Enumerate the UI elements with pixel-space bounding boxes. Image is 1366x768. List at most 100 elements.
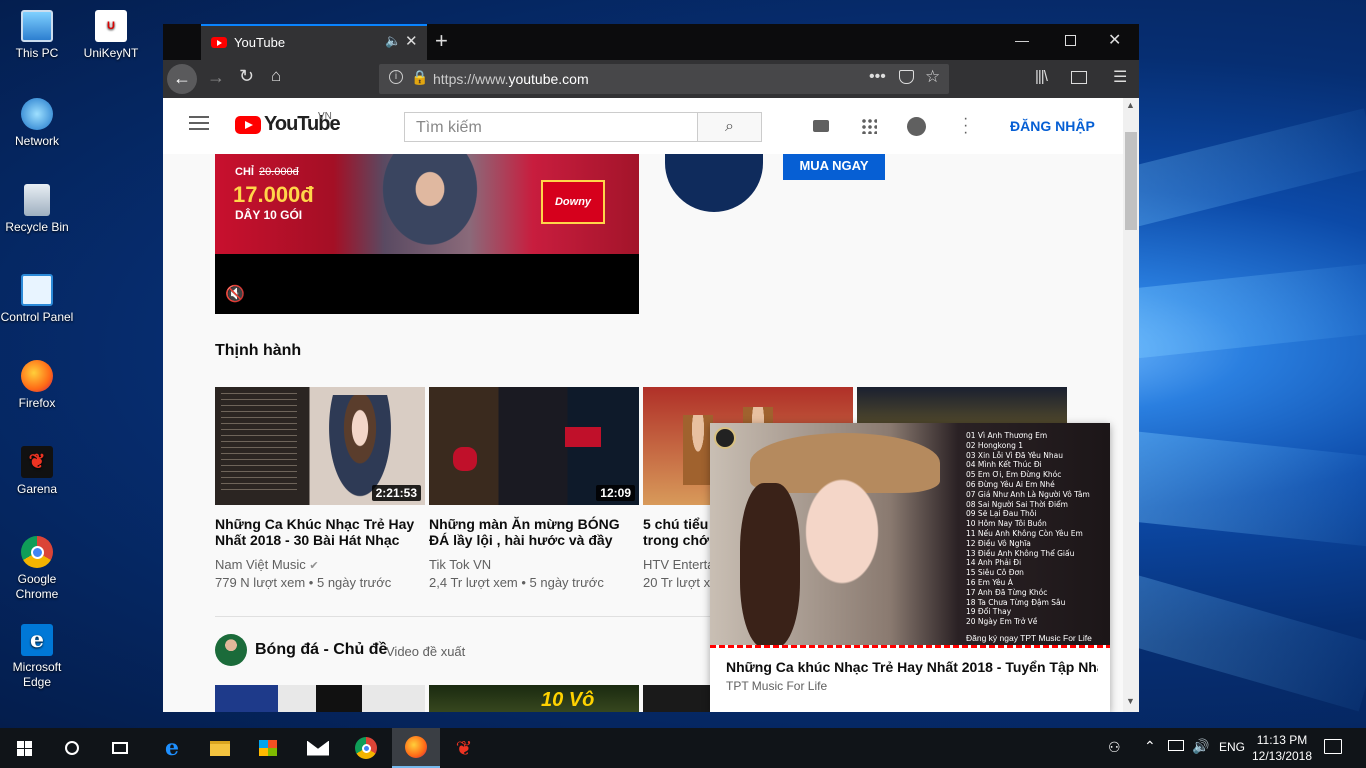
maximize-button[interactable] <box>1065 35 1076 46</box>
show-hidden-icons-chevron-icon[interactable]: ⌃ <box>1144 738 1156 755</box>
start-button[interactable] <box>0 728 48 768</box>
preview-logo-icon <box>714 427 736 449</box>
track-item: 09 Sẽ Lại Đau Thôi <box>966 509 1037 519</box>
scroll-down-arrow-icon[interactable]: ▼ <box>1126 696 1135 706</box>
garena-icon: ❦ <box>21 446 53 478</box>
network-tray-icon[interactable] <box>1168 740 1184 751</box>
library-icon[interactable]: |||\ <box>1035 68 1048 85</box>
video-channel[interactable]: HTV Entertai <box>643 556 717 574</box>
channel-avatar[interactable] <box>215 634 247 666</box>
windows-logo-icon <box>16 740 32 756</box>
scroll-up-arrow-icon[interactable]: ▲ <box>1126 100 1135 110</box>
mail-icon <box>307 740 329 756</box>
url-bar[interactable]: i 🔒 https://www.youtube.com ••• ☆ <box>379 64 949 94</box>
preview-thumbnail: 01 Vì Anh Thương Em 02 Hongkong 1 03 Xin… <box>710 423 1110 648</box>
taskbar-file-explorer[interactable] <box>196 728 244 768</box>
trending-shelf-title[interactable]: Thịnh hành <box>215 342 301 360</box>
guide-menu-icon[interactable] <box>189 116 209 130</box>
desktop-icon-network[interactable]: Network <box>0 98 74 149</box>
sidebar-icon[interactable] <box>1071 71 1087 84</box>
task-view-button[interactable] <box>96 728 144 768</box>
menu-icon[interactable]: ☰ <box>1113 67 1127 87</box>
video-channel[interactable]: Tik Tok VN <box>429 556 491 574</box>
chrome-icon <box>21 536 53 568</box>
desktop-icon-this-pc[interactable]: This PC <box>0 10 74 61</box>
preview-title[interactable]: Những Ca khúc Nhạc Trẻ Hay Nhất 2018 - T… <box>726 659 1098 675</box>
region-badge: VN <box>318 111 332 122</box>
thumbnail-flag <box>565 427 601 447</box>
youtube-logo-icon[interactable] <box>235 116 261 134</box>
ad-product-image: Downy <box>541 180 605 224</box>
video-thumbnail[interactable]: 10 Vô Cực <box>429 685 639 712</box>
volume-icon[interactable]: 🔊 <box>1192 738 1209 755</box>
page-actions-icon[interactable]: ••• <box>869 68 886 86</box>
tab-youtube[interactable]: YouTube 🔈 ✕ <box>201 24 427 60</box>
home-button[interactable]: ⌂ <box>271 66 281 86</box>
minimize-button[interactable]: — <box>1015 32 1029 48</box>
desktop-icon-garena[interactable]: ❦ Garena <box>0 446 74 497</box>
preview-channel[interactable]: TPT Music For Life <box>726 679 827 693</box>
ad-video-player[interactable]: CHỈ 20.000đ 17.000đ DÂY 10 GÓI Downy 🔇 <box>215 154 639 314</box>
apps-grid-icon[interactable] <box>861 118 877 134</box>
clock[interactable]: 11:13 PM 12/13/2018 <box>1250 732 1314 764</box>
url-domain: youtube.com <box>508 71 589 87</box>
search-button[interactable]: ⌕ <box>697 112 762 142</box>
sign-in-button[interactable]: ĐĂNG NHẬP <box>1010 118 1095 134</box>
bookmark-star-icon[interactable]: ☆ <box>925 67 940 87</box>
taskbar-chrome[interactable] <box>342 728 390 768</box>
desktop-icon-label: Control Panel <box>0 310 74 324</box>
input-language-indicator[interactable]: ENG <box>1219 740 1245 754</box>
video-title-line2[interactable]: trong chớp <box>643 532 718 548</box>
taskbar-firefox-active[interactable] <box>392 728 440 768</box>
wallpaper-beam <box>1116 263 1366 360</box>
audio-playing-icon[interactable]: 🔈 <box>385 33 401 49</box>
settings-more-icon[interactable]: · · · <box>963 111 968 141</box>
buy-now-button[interactable]: MUA NGAY <box>783 154 885 180</box>
video-meta: 779 N lượt xem • 5 ngày trước <box>215 575 392 590</box>
thumbnail-tracklist <box>221 393 297 493</box>
football-shelf-title[interactable]: Bóng đá - Chủ đề <box>255 641 387 659</box>
upload-video-icon[interactable] <box>813 120 829 132</box>
muted-audio-icon[interactable]: 🔇 <box>225 284 245 304</box>
video-title[interactable]: Những màn Ăn mừng BÓNG ĐÁ lầy lội , hài … <box>429 516 629 548</box>
desktop-icon-recycle-bin[interactable]: Recycle Bin <box>0 184 74 235</box>
taskbar-store[interactable] <box>244 728 292 768</box>
desktop-icon-label: Garena <box>16 482 58 496</box>
tab-close-icon[interactable]: ✕ <box>405 32 418 50</box>
ad-price-label: CHỈ <box>235 166 254 178</box>
video-preview-card[interactable]: 01 Vì Anh Thương Em 02 Hongkong 1 03 Xin… <box>710 423 1110 712</box>
messages-icon[interactable] <box>907 117 926 136</box>
search-placeholder: Tìm kiếm <box>416 119 482 136</box>
search-taskbar-button[interactable] <box>48 728 96 768</box>
desktop-icon-label: Google Chrome <box>15 572 59 601</box>
back-button[interactable]: ← <box>167 64 197 94</box>
page-scrollbar[interactable]: ▲ ▼ <box>1123 98 1139 712</box>
action-center-icon[interactable] <box>1324 739 1342 754</box>
info-icon[interactable]: i <box>389 70 403 84</box>
new-tab-button[interactable]: + <box>435 28 448 54</box>
scrollbar-thumb[interactable] <box>1125 132 1137 230</box>
desktop-icon-unikey[interactable]: U UniKeyNT <box>74 10 148 61</box>
track-item: 04 Mình Kết Thúc Đi <box>966 460 1042 470</box>
desktop-icon-control-panel[interactable]: Control Panel <box>0 274 74 325</box>
desktop-icon-edge[interactable]: e Microsoft Edge <box>0 624 74 690</box>
people-icon[interactable]: ⚇ <box>1108 739 1121 756</box>
wallpaper-beam <box>1115 430 1366 547</box>
video-title[interactable]: 5 chú tiểu t <box>643 516 717 532</box>
forward-button[interactable]: → <box>207 67 225 88</box>
preview-hair <box>740 483 800 648</box>
video-title[interactable]: Những Ca Khúc Nhạc Trẻ Hay Nhất 2018 - 3… <box>215 516 415 548</box>
taskbar-edge[interactable]: e <box>148 728 196 768</box>
video-thumbnail[interactable]: 12:09 <box>429 387 639 505</box>
desktop-icon-firefox[interactable]: Firefox <box>0 360 74 411</box>
video-thumbnail[interactable] <box>215 685 425 712</box>
video-channel[interactable]: Nam Việt Music <box>215 557 306 572</box>
pocket-icon[interactable] <box>899 70 914 84</box>
close-window-button[interactable]: ✕ <box>1108 30 1121 50</box>
search-input[interactable]: Tìm kiếm <box>404 112 698 142</box>
taskbar-mail[interactable] <box>294 728 342 768</box>
reload-button[interactable]: ↻ <box>239 66 254 87</box>
video-thumbnail[interactable]: 2:21:53 <box>215 387 425 505</box>
taskbar-garena[interactable]: ❦ <box>440 728 488 768</box>
desktop-icon-chrome[interactable]: Google Chrome <box>0 536 74 602</box>
